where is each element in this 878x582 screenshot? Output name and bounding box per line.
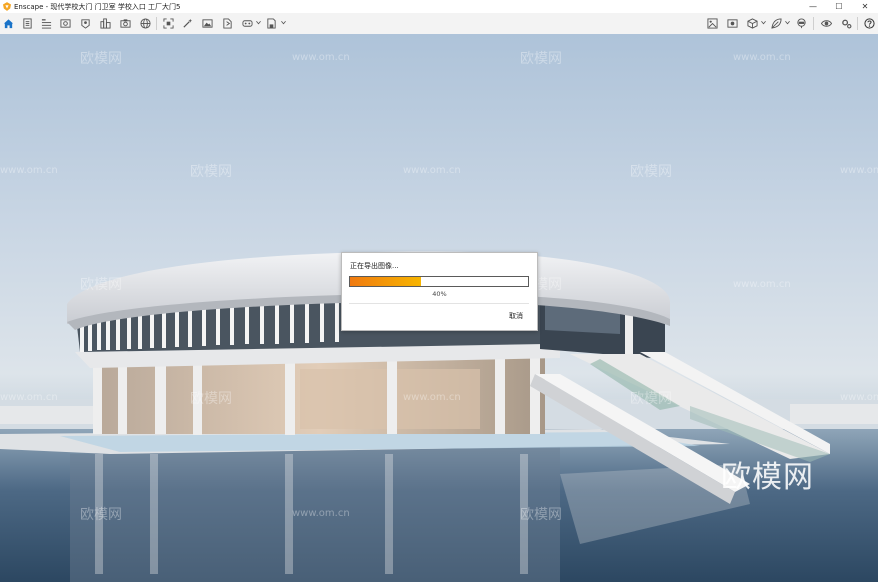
image-settings-button[interactable] — [705, 16, 720, 31]
help-icon — [864, 18, 875, 29]
export-file-button[interactable] — [220, 16, 235, 31]
watermark-text: 欧模网 — [190, 391, 232, 407]
vr-view-icon — [797, 18, 806, 29]
watermark-text: www.om.cn — [403, 392, 461, 403]
watermark-text: www.om.cn — [0, 392, 58, 403]
globe-button[interactable] — [138, 16, 153, 31]
magic-wand-icon — [183, 18, 193, 28]
watermark-text: www.om.cn — [403, 165, 461, 176]
home-icon — [3, 19, 14, 29]
watermark-text: www.om.cn — [840, 165, 878, 176]
photo-icon — [727, 19, 738, 28]
camera-settings-button[interactable] — [118, 16, 133, 31]
maximize-button[interactable]: ☐ — [826, 0, 852, 13]
title-bar: Enscape - 现代学校大门 门卫室 学校入口 工厂大门5 — ☐ ✕ — [0, 0, 878, 13]
watermark-text: www.om.cn — [840, 392, 878, 403]
export-progress-dialog: 正在导出图像... 40% 取消 — [341, 252, 538, 331]
document-icon — [23, 18, 32, 29]
eye-pin-icon — [81, 19, 90, 29]
watermark-text: 欧模网 — [190, 164, 232, 180]
watermark-text: www.om.cn — [733, 279, 791, 290]
progress-percent: 40% — [432, 290, 447, 298]
enscape-logo-icon — [3, 2, 11, 11]
screenshot-icon — [163, 18, 174, 29]
list-button[interactable] — [39, 16, 54, 31]
watermark-text: 欧模网 — [80, 51, 122, 67]
progress-bar-fill — [350, 277, 422, 286]
window-controls: — ☐ ✕ — [800, 0, 878, 13]
cancel-button[interactable]: 取消 — [509, 311, 523, 321]
home-button[interactable] — [1, 16, 16, 31]
leaf-icon — [771, 18, 782, 29]
dialog-title: 正在导出图像... — [350, 262, 399, 270]
toolbar-separator — [813, 17, 814, 30]
building-icon — [100, 18, 111, 29]
eye-pin-button[interactable] — [78, 16, 93, 31]
watermark-text: 欧模网 — [630, 391, 672, 407]
image-button[interactable] — [200, 16, 215, 31]
dialog-divider — [349, 303, 529, 304]
chevron-down-icon[interactable] — [785, 20, 790, 25]
help-button[interactable] — [862, 16, 877, 31]
chevron-down-icon[interactable] — [256, 20, 261, 25]
eye-button[interactable] — [819, 16, 834, 31]
watermark-text: www.om.cn — [0, 165, 58, 176]
list-icon — [41, 19, 52, 29]
magic-wand-button[interactable] — [180, 16, 195, 31]
toolbar-separator — [857, 17, 858, 30]
watermark-text: 欧模网 — [520, 51, 562, 67]
chevron-down-icon[interactable] — [761, 20, 766, 25]
window-title: Enscape - 现代学校大门 门卫室 学校入口 工厂大门5 — [14, 2, 181, 11]
image-icon — [202, 19, 213, 28]
brand-watermark: 欧模网 — [721, 460, 814, 495]
watermark-text: 欧模网 — [630, 164, 672, 180]
export-file-icon — [223, 18, 232, 29]
globe-icon — [140, 18, 151, 29]
save-button[interactable] — [264, 16, 279, 31]
camera-settings-icon — [120, 19, 131, 28]
gear-icon — [842, 19, 852, 29]
building-button[interactable] — [98, 16, 113, 31]
watermark-text: www.om.cn — [733, 52, 791, 63]
cube-icon — [747, 18, 758, 29]
photo-button[interactable] — [725, 16, 740, 31]
vr-view-button[interactable] — [794, 16, 809, 31]
vr-headset-icon — [242, 20, 253, 27]
progress-bar — [349, 276, 529, 287]
eye-icon — [821, 20, 832, 27]
video-button[interactable] — [58, 16, 73, 31]
vr-headset-button[interactable] — [240, 16, 255, 31]
minimize-button[interactable]: — — [800, 0, 826, 13]
toolbar-separator — [156, 17, 157, 30]
screenshot-button[interactable] — [161, 16, 176, 31]
cube-button[interactable] — [745, 16, 760, 31]
settings-button[interactable] — [839, 16, 854, 31]
watermark-text: 欧模网 — [80, 277, 122, 293]
watermark-text: www.om.cn — [292, 508, 350, 519]
watermark-text: www.om.cn — [292, 52, 350, 63]
leaf-button[interactable] — [769, 16, 784, 31]
save-icon — [267, 18, 276, 29]
chevron-down-icon[interactable] — [281, 20, 286, 25]
close-button[interactable]: ✕ — [852, 0, 878, 13]
image-settings-icon — [707, 18, 718, 29]
watermark-text: 欧模网 — [520, 507, 562, 523]
video-icon — [60, 19, 71, 28]
watermark-text: 欧模网 — [80, 507, 122, 523]
document-button[interactable] — [20, 16, 35, 31]
toolbar — [0, 13, 878, 35]
